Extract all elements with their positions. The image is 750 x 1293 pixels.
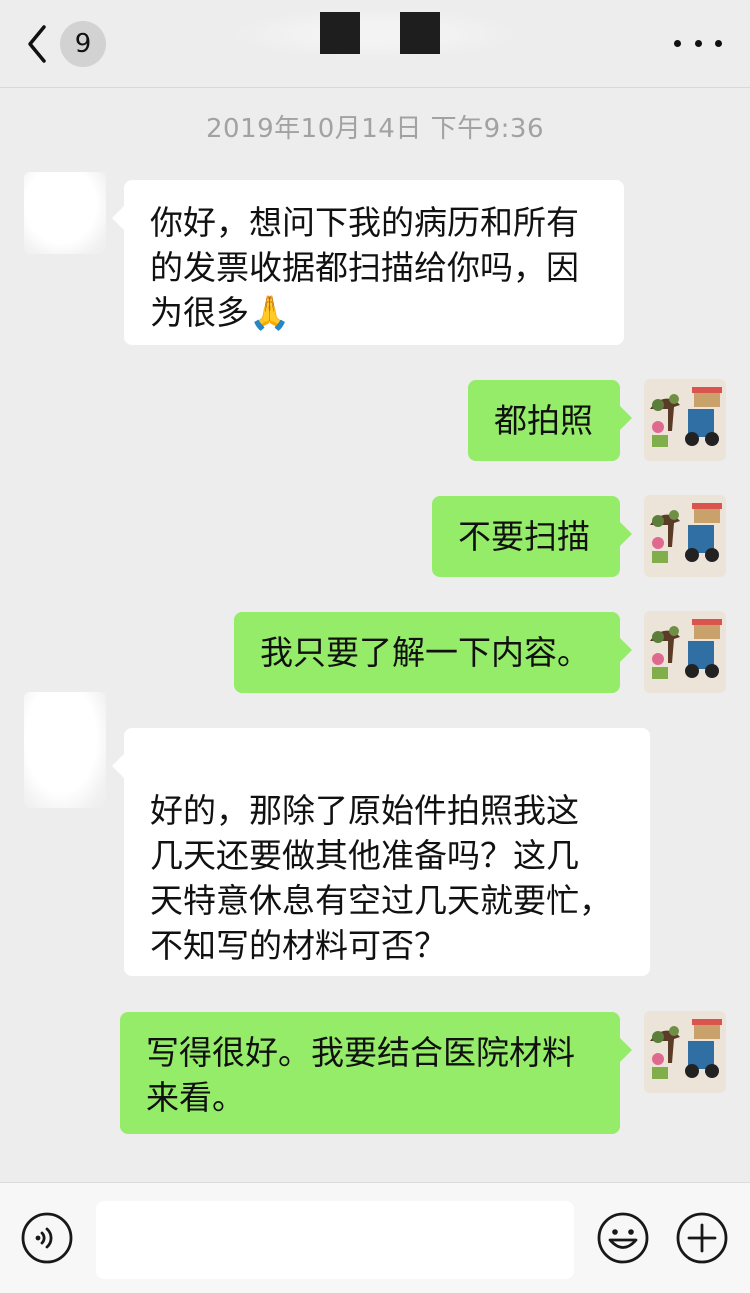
message-text: 你好，想问下我的病历和所有 的发票收据都扫描给你吗，因 为很多🙏 <box>150 203 579 332</box>
toy-photo-avatar-icon <box>644 495 726 577</box>
more-dots-icon <box>674 39 681 47</box>
plus-icon <box>676 1212 728 1264</box>
more-button[interactable] <box>674 30 722 56</box>
outgoing-message-bubble[interactable]: 不要扫描 <box>432 496 632 577</box>
redacted-title-block <box>320 12 360 54</box>
message-text: 都拍照 <box>494 401 593 440</box>
message-text: 我只要了解一下内容。 <box>260 633 590 672</box>
incoming-message-bubble[interactable]: 你好，想问下我的病历和所有 的发票收据都扫描给你吗，因 为很多🙏 <box>112 180 624 345</box>
self-avatar[interactable] <box>644 495 726 577</box>
message-text: 写得很好。我要结合医院材料 来看。 <box>146 1033 575 1117</box>
incoming-message-bubble[interactable]: 好的，那除了原始件拍照我这 几天还要做其他准备吗？这几 天特意休息有空过几天就要… <box>112 728 650 976</box>
message-text: 不要扫描 <box>458 517 590 556</box>
outgoing-message-bubble[interactable]: 写得很好。我要结合医院材料 来看。 <box>120 1012 632 1134</box>
redacted-title-block <box>400 12 440 54</box>
message-text: 好的，那除了原始件拍照我这 几天还要做其他准备吗？这几 天特意休息有空过几天就要… <box>150 791 612 965</box>
emoji-icon <box>597 1212 649 1264</box>
contact-avatar[interactable] <box>24 692 106 808</box>
chat-header: 9 <box>0 0 750 88</box>
emoji-button[interactable] <box>596 1211 650 1265</box>
title-blur <box>230 8 520 60</box>
chevron-left-icon <box>28 25 46 63</box>
message-input-bar <box>0 1182 750 1293</box>
message-timestamp: 2019年10月14日 下午9:36 <box>206 114 544 144</box>
toy-photo-avatar-icon <box>644 611 726 693</box>
self-avatar[interactable] <box>644 379 726 461</box>
voice-icon <box>21 1212 73 1264</box>
toy-photo-avatar-icon <box>644 379 726 461</box>
unread-count-badge: 9 <box>60 21 106 67</box>
back-button[interactable]: 9 <box>22 18 122 70</box>
add-more-button[interactable] <box>675 1211 729 1265</box>
contact-avatar[interactable] <box>24 172 106 254</box>
outgoing-message-bubble[interactable]: 都拍照 <box>468 380 632 461</box>
toy-photo-avatar-icon <box>644 1011 726 1093</box>
self-avatar[interactable] <box>644 1011 726 1093</box>
outgoing-message-bubble[interactable]: 我只要了解一下内容。 <box>234 612 632 693</box>
voice-input-button[interactable] <box>20 1211 74 1265</box>
message-text-input[interactable] <box>96 1201 574 1279</box>
self-avatar[interactable] <box>644 611 726 693</box>
